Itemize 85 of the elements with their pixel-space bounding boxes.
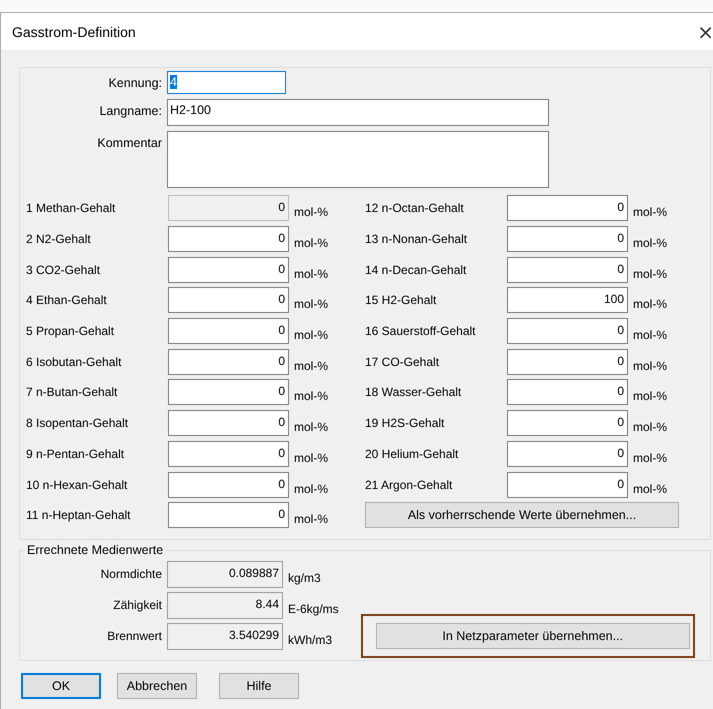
unit-label: mol-% bbox=[293, 296, 328, 312]
number-field[interactable]: 0 bbox=[507, 318, 628, 344]
field-label: 20 Helium-Gehalt bbox=[365, 446, 460, 461]
text-field[interactable]: H2-100 bbox=[167, 99, 549, 126]
number-field[interactable]: 0 bbox=[507, 472, 628, 498]
field-label: 5 Propan-Gehalt bbox=[26, 324, 116, 338]
number-field[interactable]: 0 bbox=[168, 256, 289, 283]
dialog-button[interactable]: Abbrechen bbox=[117, 672, 197, 699]
number-field[interactable]: 0 bbox=[507, 410, 628, 436]
dialog-button[interactable]: OK bbox=[21, 672, 101, 699]
unit-label: mol-% bbox=[293, 358, 328, 373]
field-label: 19 H2S-Gehalt bbox=[365, 416, 446, 430]
number-field[interactable]: 0 bbox=[168, 502, 289, 528]
unit-label: mol-% bbox=[293, 511, 328, 526]
readonly-field: 0.089887 bbox=[167, 560, 283, 588]
field-label: 6 Isobutan-Gehalt bbox=[26, 354, 122, 369]
field-label: 2 N2-Gehalt bbox=[26, 232, 92, 246]
number-field[interactable]: 0 bbox=[168, 472, 289, 498]
number-field[interactable]: 0 bbox=[507, 348, 628, 375]
field-label: 3 CO2-Gehalt bbox=[26, 262, 102, 277]
number-field[interactable]: 100 bbox=[507, 287, 628, 314]
unit-label: mol-% bbox=[632, 296, 668, 312]
dialog-button[interactable]: Hilfe bbox=[219, 672, 299, 699]
field-label: 17 CO-Gehalt bbox=[365, 354, 440, 369]
unit-label: mol-% bbox=[293, 388, 328, 404]
field-label: 8 Isopentan-Gehalt bbox=[26, 416, 130, 430]
unit-label: mol-% bbox=[293, 235, 328, 250]
window-title: Gasstrom-Definition bbox=[12, 24, 136, 40]
unit-label: mol-% bbox=[293, 204, 328, 220]
number-field[interactable]: 0 bbox=[168, 410, 289, 436]
unit-label: mol-% bbox=[632, 450, 668, 465]
field-label: 9 n-Pentan-Gehalt bbox=[26, 446, 126, 461]
number-field[interactable]: 0 bbox=[507, 195, 628, 222]
number-field[interactable]: 0 bbox=[507, 440, 628, 467]
number-field[interactable]: 0 bbox=[168, 226, 289, 252]
unit-label: kWh/m3 bbox=[287, 632, 332, 648]
number-field[interactable]: 0 bbox=[507, 226, 628, 252]
unit-label: mol-% bbox=[632, 358, 668, 373]
field-label: Kommentar bbox=[96, 135, 163, 152]
unit-label: mol-% bbox=[632, 480, 668, 496]
field-label: Langname: bbox=[98, 103, 163, 120]
number-field[interactable]: 0 bbox=[168, 318, 289, 344]
number-field[interactable]: 0 bbox=[507, 256, 628, 283]
number-field[interactable]: 0 bbox=[168, 348, 289, 375]
unit-label: mol-% bbox=[293, 480, 328, 496]
group-title: Errechnete Medienwerte bbox=[24, 542, 166, 557]
field-label: 11 n-Heptan-Gehalt bbox=[26, 508, 132, 522]
unit-label: mol-% bbox=[632, 266, 668, 281]
number-field[interactable]: 0 bbox=[168, 440, 289, 467]
unit-label: kg/m3 bbox=[287, 570, 321, 586]
readonly-field: 3.540299 bbox=[167, 622, 283, 650]
unit-label: mol-% bbox=[293, 419, 328, 434]
unit-label: mol-% bbox=[293, 327, 328, 342]
unit-label: mol-% bbox=[293, 450, 328, 465]
field-label: 14 n-Decan-Gehalt bbox=[365, 262, 468, 277]
unit-label: mol-% bbox=[632, 235, 668, 250]
readonly-field: 8.44 bbox=[167, 592, 283, 619]
unit-label: mol-% bbox=[632, 327, 668, 342]
field-label: 15 H2-Gehalt bbox=[365, 293, 438, 308]
field-label: 4 Ethan-Gehalt bbox=[26, 293, 108, 308]
field-label: Kennung: bbox=[107, 75, 163, 92]
close-button[interactable]: × bbox=[693, 20, 713, 44]
unit-label: mol-% bbox=[632, 204, 668, 220]
number-field[interactable]: 0 bbox=[168, 379, 289, 406]
field-label: Brennwert bbox=[106, 629, 163, 644]
number-field[interactable]: 0 bbox=[168, 287, 289, 314]
field-label: 16 Sauerstoff-Gehalt bbox=[365, 324, 477, 338]
unit-label: mol-% bbox=[632, 419, 668, 434]
field-label: 1 Methan-Gehalt bbox=[26, 201, 116, 216]
text-field[interactable]: 4 bbox=[167, 71, 286, 94]
field-label: 18 Wasser-Gehalt bbox=[365, 385, 462, 400]
field-label: Normdichte bbox=[100, 567, 163, 582]
unit-label: E-6kg/ms bbox=[287, 601, 339, 616]
field-label: Zähigkeit bbox=[112, 598, 163, 612]
field-label: 13 n-Nonan-Gehalt bbox=[365, 232, 468, 246]
unit-label: mol-% bbox=[632, 388, 668, 404]
field-label: 7 n-Butan-Gehalt bbox=[26, 385, 118, 400]
number-field[interactable]: 0 bbox=[507, 379, 628, 406]
field-label: 21 Argon-Gehalt bbox=[365, 478, 454, 492]
apply-network-button[interactable]: In Netzparameter übernehmen... bbox=[376, 622, 690, 649]
field-label: 10 n-Hexan-Gehalt bbox=[26, 478, 128, 492]
text-field[interactable] bbox=[167, 131, 549, 188]
apply-defaults-button[interactable]: Als vorherrschende Werte übernehmen... bbox=[365, 502, 679, 528]
field-label: 12 n-Octan-Gehalt bbox=[365, 201, 465, 216]
unit-label: mol-% bbox=[293, 266, 328, 281]
